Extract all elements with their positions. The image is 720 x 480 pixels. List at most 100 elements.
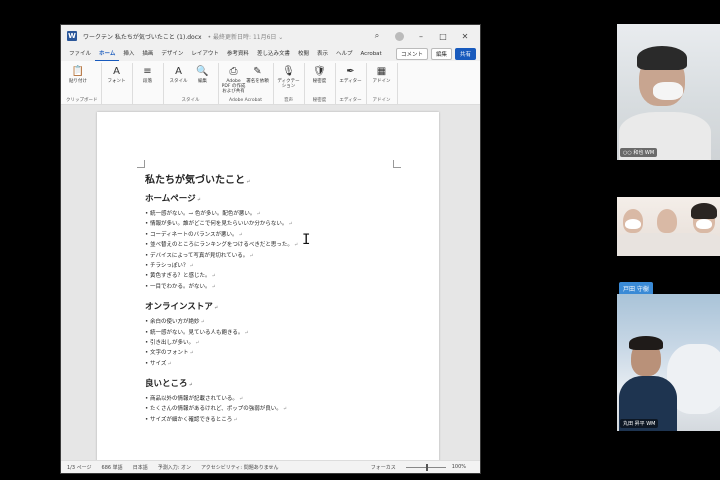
- paragraph-mark: ↵: [189, 262, 194, 269]
- section-heading: オンラインストア↵: [145, 300, 385, 313]
- text-run: ホームページ: [145, 194, 196, 204]
- bullet-item: • 統一感がない。→ 色が多い。配色が悪い。↵: [145, 209, 385, 219]
- tab-mailings[interactable]: 差し込み文書: [253, 47, 294, 61]
- bullet-item: • 情報が多い。誰がどこで何を見たらいいか分からない。↵: [145, 219, 385, 229]
- font-icon: A: [113, 65, 120, 77]
- bullet-item: • たくさんの情報があるけれど、ポップの強弱が良い。↵: [145, 404, 385, 414]
- account-icon[interactable]: [390, 29, 408, 43]
- paragraph-mark: ↵: [196, 197, 201, 203]
- language-status[interactable]: 日本語: [133, 464, 148, 471]
- ribbon-button-label: 編集: [198, 79, 207, 84]
- mask: [625, 219, 641, 229]
- word-app-icon: W: [67, 31, 77, 41]
- paste-button[interactable]: 📋 貼り付け: [66, 63, 90, 97]
- ribbon-button-label: 署名を依頼: [246, 79, 269, 84]
- text-prediction-status[interactable]: 予測入力: オン: [158, 464, 191, 471]
- bullet-item: • 余白の使い方が絶妙↵: [145, 317, 385, 327]
- tab-home[interactable]: ホーム: [95, 47, 120, 61]
- text-run: 並べ替えのところにランキングをつけるべきだと思った。: [150, 242, 293, 249]
- ribbon-group: A スタイル 🔍 編集 スタイル: [164, 63, 219, 105]
- tab-file[interactable]: ファイル: [65, 47, 95, 61]
- tab-references[interactable]: 参考資料: [223, 47, 253, 61]
- hair: [637, 46, 687, 70]
- text-run: 良いところ: [145, 379, 188, 390]
- focus-button[interactable]: フォーカス: [371, 464, 396, 471]
- tab-review[interactable]: 校閲: [294, 47, 313, 61]
- bullet-item: • 商品以外の情報が記載されている。↵: [145, 394, 385, 404]
- participant-video-2[interactable]: [617, 197, 720, 256]
- text-run: たくさんの情報があるけれど、ポップの強弱が良い。: [150, 406, 282, 413]
- paragraph-mark: ↵: [256, 211, 261, 217]
- styles-button[interactable]: A スタイル: [167, 63, 191, 97]
- maximize-icon[interactable]: □: [434, 29, 452, 43]
- save-status[interactable]: • 最終更新日時: 11月6日 ⌄: [208, 32, 284, 41]
- ribbon-group-label: 音声: [284, 98, 293, 103]
- search-icon[interactable]: ⌕: [368, 29, 386, 43]
- signature-icon: ✎: [253, 65, 262, 77]
- tab-help[interactable]: ヘルプ: [332, 47, 357, 61]
- tab-draw[interactable]: 描画: [138, 47, 157, 61]
- document-canvas[interactable]: 私たちが気づいたこと↵ ホームページ↵ • 統一感がない。→ 色が多い。配色が悪い。…: [61, 105, 480, 472]
- zoom-slider[interactable]: [405, 463, 446, 471]
- ribbon-group: ⎙ Adobe PDF の作成および共有 ✎ 署名を依頼 Adobe Acrobat: [219, 63, 274, 105]
- ribbon-button-label: Adobe PDF の作成および共有: [221, 79, 246, 94]
- text-run: 文字のフォント: [150, 350, 189, 357]
- comment-button[interactable]: コメント: [395, 48, 428, 60]
- ribbon-button-label: アドイン: [372, 79, 391, 84]
- edit-button[interactable]: 🔍 編集: [191, 63, 215, 97]
- close-icon[interactable]: ✕: [456, 29, 474, 43]
- document-page[interactable]: 私たちが気づいたこと↵ ホームページ↵ • 統一感がない。→ 色が多い。配色が悪い。…: [97, 112, 439, 472]
- paragraph-mark: ↵: [195, 339, 200, 346]
- signature-button[interactable]: ✎ 署名を依頼: [246, 63, 270, 97]
- person-silhouette: [657, 209, 677, 233]
- hair: [629, 336, 663, 350]
- participant-video-1[interactable]: ○○ 和也 WM: [617, 24, 720, 160]
- accessibility-status[interactable]: アクセシビリティ: 問題ありません: [201, 464, 279, 471]
- paste-icon: 📋: [71, 65, 85, 77]
- bullet-item: • 一目でわかる。がない。↵: [145, 282, 385, 292]
- sensitivity-button[interactable]: 🛡 秘密度: [308, 63, 332, 97]
- empty-paragraph: [145, 292, 385, 300]
- share-button[interactable]: 共有: [454, 48, 476, 60]
- editor-button[interactable]: ✒ エディター: [339, 63, 363, 97]
- text-run: チラシっぽい？: [150, 262, 189, 269]
- ribbon-group: ▦ アドイン アドイン: [367, 63, 398, 105]
- screen: W ワークテン 私たちが気づいたこと (1).docx • 最終更新日時: 11…: [0, 0, 720, 480]
- microphone-icon: 🎙: [282, 65, 295, 77]
- zoom-level[interactable]: 100%: [452, 464, 466, 470]
- tab-acrobat[interactable]: Acrobat: [357, 47, 386, 61]
- participant-video-3[interactable]: 丸田 昇平 WM: [617, 294, 720, 431]
- tab-insert[interactable]: 挿入: [119, 47, 138, 61]
- paragraph-mark: ↵: [238, 396, 244, 403]
- font-button[interactable]: A フォント: [105, 63, 129, 97]
- ribbon-group-label: クリップボード: [66, 98, 98, 103]
- paragraph-mark: ↵: [188, 382, 193, 389]
- paragraph-mark: ↵: [282, 406, 287, 413]
- document-body[interactable]: 私たちが気づいたこと↵ ホームページ↵ • 統一感がない。→ 色が多い。配色が悪い。…: [145, 171, 385, 433]
- tab-design[interactable]: デザイン: [157, 47, 187, 61]
- ribbon-group-label: 秘密度: [312, 98, 327, 103]
- ribbon-button-label: スタイル: [169, 79, 188, 84]
- title-bar: W ワークテン 私たちが気づいたこと (1).docx • 最終更新日時: 11…: [61, 25, 480, 47]
- status-bar: 1/3 ページ 686 単語 日本語 予測入力: オン アクセシビリティ: 問題…: [61, 460, 480, 473]
- addins-icon: ▦: [376, 65, 387, 77]
- addins-button[interactable]: ▦ アドイン: [370, 63, 394, 97]
- tab-layout[interactable]: レイアウト: [187, 47, 223, 61]
- adobe-pdf-button[interactable]: ⎙ Adobe PDF の作成および共有: [222, 63, 246, 97]
- word-count[interactable]: 686 単語: [102, 464, 123, 471]
- bullet-item: • サイズが細かく確認できるところ↵: [145, 415, 385, 425]
- edit-icon: 🔍: [196, 65, 209, 77]
- ribbon-button-label: フォント: [107, 79, 126, 84]
- margin-corner: [137, 160, 145, 168]
- text-run: サイズ: [150, 360, 167, 367]
- ribbon-button-label: 貼り付け: [69, 79, 87, 84]
- ribbon-tabs: ファイル ホーム 挿入 描画 デザイン レイアウト 参考資料 差し込み文書 校閲…: [61, 47, 480, 61]
- minimize-icon[interactable]: –: [412, 29, 430, 43]
- adobe-pdf-icon: ⎙: [229, 65, 238, 77]
- paragraph-button[interactable]: ≡ 段落: [136, 63, 160, 97]
- microphone-button[interactable]: 🎙 ディクテーション: [277, 63, 301, 97]
- edit-mode-button[interactable]: 編集: [430, 48, 452, 60]
- bullet-item: • 黄色すぎる？と感じた。↵: [145, 271, 385, 281]
- page-count[interactable]: 1/3 ページ: [67, 464, 92, 471]
- tab-view[interactable]: 表示: [313, 47, 332, 61]
